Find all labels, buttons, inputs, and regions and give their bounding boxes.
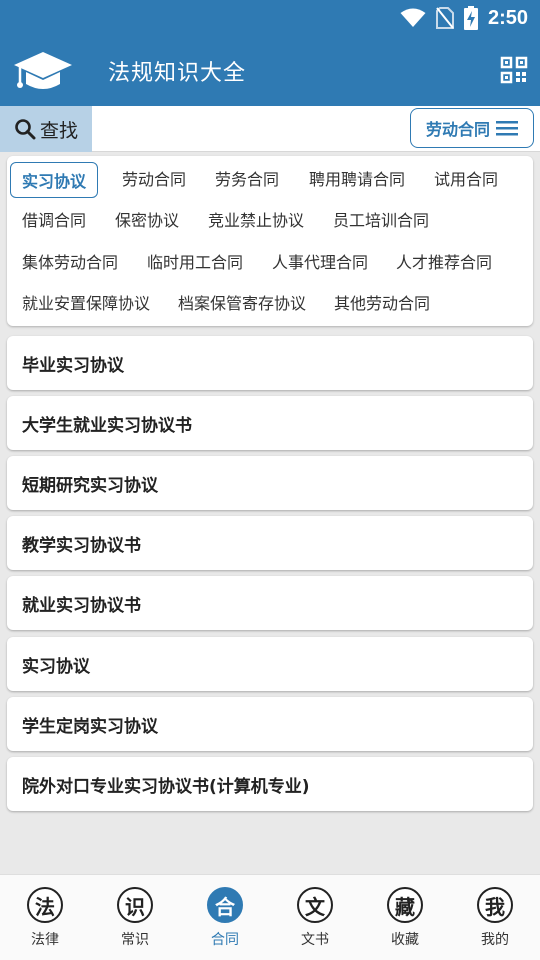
menu-icon	[496, 121, 518, 136]
nav-item-favorites[interactable]: 藏 收藏	[360, 875, 450, 960]
search-row: 查找 劳动合同	[0, 106, 540, 152]
tag-item[interactable]: 就业安置保障协议	[22, 290, 150, 314]
knowledge-icon: 识	[117, 887, 153, 923]
nav-item-knowledge[interactable]: 识 常识	[90, 875, 180, 960]
list-item[interactable]: 毕业实习协议	[7, 336, 533, 390]
tag-item[interactable]: 集体劳动合同	[22, 249, 118, 273]
nav-label: 文书	[301, 932, 329, 948]
tag-item[interactable]: 聘用聘请合同	[309, 166, 405, 190]
contract-icon: 合	[207, 887, 243, 923]
app-title: 法规知识大全	[108, 61, 247, 86]
nav-item-mine[interactable]: 我 我的	[450, 875, 540, 960]
list-item[interactable]: 教学实习协议书	[7, 516, 533, 570]
tag-item[interactable]: 人事代理合同	[272, 249, 368, 273]
nav-label: 常识	[121, 932, 149, 948]
law-icon: 法	[27, 887, 63, 923]
profile-icon: 我	[477, 887, 513, 923]
nav-label: 我的	[481, 932, 509, 948]
tag-item-active[interactable]: 实习协议	[10, 162, 99, 198]
tag-item[interactable]: 借调合同	[22, 207, 86, 231]
list-item[interactable]: 院外对口专业实习协议书(计算机专业)	[7, 757, 533, 811]
tag-item[interactable]: 劳动合同	[122, 166, 186, 190]
favorites-icon: 藏	[387, 887, 423, 923]
status-time: 2:50	[487, 6, 528, 29]
search-button[interactable]: 查找	[0, 106, 92, 152]
no-sim-icon	[435, 7, 454, 29]
wifi-icon	[400, 8, 426, 27]
list-item[interactable]: 大学生就业实习协议书	[7, 396, 533, 450]
nav-label: 合同	[211, 932, 239, 948]
search-label: 查找	[39, 119, 78, 142]
graduation-cap-icon	[14, 52, 72, 89]
tag-item[interactable]: 保密协议	[115, 207, 179, 231]
nav-label: 收藏	[391, 932, 419, 948]
tag-item[interactable]: 劳务合同	[215, 166, 279, 190]
list-item[interactable]: 就业实习协议书	[7, 576, 533, 630]
nav-label: 法律	[31, 932, 59, 948]
bottom-nav: 法 法律 识 常识 合 合同 文 文书 藏 收藏 我 我的	[0, 874, 540, 960]
nav-item-law[interactable]: 法 法律	[0, 875, 90, 960]
tag-item[interactable]: 员工培训合同	[333, 207, 429, 231]
tag-panel: 实习协议 劳动合同 劳务合同 聘用聘请合同 试用合同 借调合同 保密协议 竞业禁…	[7, 156, 533, 326]
qr-scan-icon[interactable]	[500, 56, 528, 84]
app-bar: 法规知识大全	[0, 36, 540, 106]
list-item[interactable]: 实习协议	[7, 637, 533, 691]
list-item[interactable]: 学生定岗实习协议	[7, 697, 533, 751]
battery-charging-icon	[463, 6, 478, 30]
list-item[interactable]: 短期研究实习协议	[7, 456, 533, 510]
tag-item[interactable]: 临时用工合同	[147, 249, 243, 273]
status-bar: 2:50	[0, 0, 540, 36]
category-label: 劳动合同	[425, 120, 490, 139]
category-button[interactable]: 劳动合同	[410, 108, 534, 148]
tag-item[interactable]: 其他劳动合同	[334, 290, 430, 314]
tag-item[interactable]: 档案保管寄存协议	[178, 290, 306, 314]
tag-item[interactable]: 竞业禁止协议	[208, 207, 304, 231]
nav-item-documents[interactable]: 文 文书	[270, 875, 360, 960]
search-icon	[15, 119, 36, 140]
tag-item[interactable]: 人才推荐合同	[396, 249, 492, 273]
nav-item-contract[interactable]: 合 合同	[180, 875, 270, 960]
tag-item[interactable]: 试用合同	[434, 166, 498, 190]
document-icon: 文	[297, 887, 333, 923]
